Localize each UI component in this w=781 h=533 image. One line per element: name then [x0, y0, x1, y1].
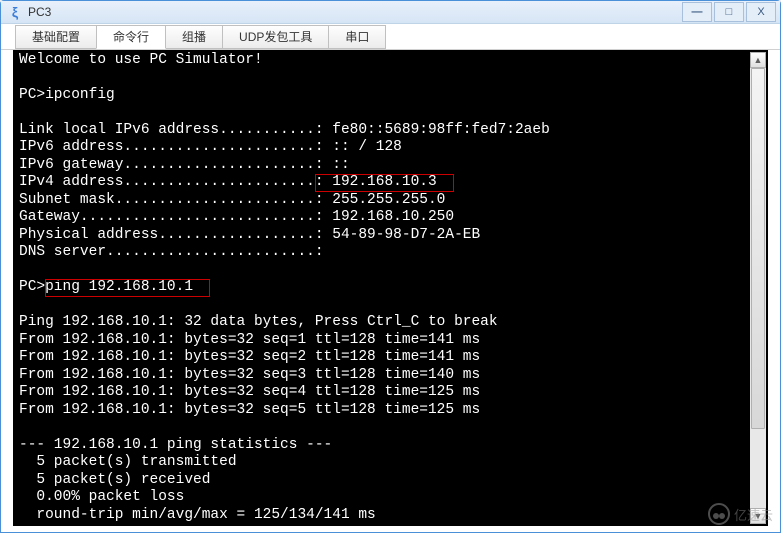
- terminal-line: IPv6 address......................: :: /…: [19, 139, 762, 157]
- terminal-line: [19, 297, 762, 315]
- tabbar: 基础配置 命令行 组播 UDP发包工具 串口: [1, 24, 780, 49]
- app-icon: ξ: [7, 4, 23, 20]
- terminal-line: [19, 419, 762, 437]
- terminal-line: Welcome to use PC Simulator!: [19, 52, 762, 70]
- terminal-line: Gateway...........................: 192.…: [19, 209, 762, 227]
- terminal-line: [19, 69, 762, 87]
- terminal-line: [19, 262, 762, 280]
- terminal-line: 5 packet(s) transmitted: [19, 454, 762, 472]
- terminal-line: Link local IPv6 address...........: fe80…: [19, 122, 762, 140]
- terminal-output[interactable]: Welcome to use PC Simulator! PC>ipconfig…: [13, 50, 768, 527]
- tab-basic-config[interactable]: 基础配置: [15, 25, 97, 49]
- terminal-line: DNS server........................:: [19, 244, 762, 262]
- terminal-line: From 192.168.10.1: bytes=32 seq=2 ttl=12…: [19, 349, 762, 367]
- close-button[interactable]: X: [746, 2, 776, 22]
- terminal-line: From 192.168.10.1: bytes=32 seq=3 ttl=12…: [19, 367, 762, 385]
- terminal-line: Physical address..................: 54-8…: [19, 227, 762, 245]
- window-title: PC3: [28, 5, 680, 19]
- terminal-line: From 192.168.10.1: bytes=32 seq=5 ttl=12…: [19, 402, 762, 420]
- terminal-line: From 192.168.10.1: bytes=32 seq=4 ttl=12…: [19, 384, 762, 402]
- tab-cmdline[interactable]: 命令行: [96, 25, 166, 49]
- maximize-button[interactable]: □: [714, 2, 744, 22]
- titlebar: ξ PC3 — □ X: [1, 1, 780, 24]
- tab-udp-tool[interactable]: UDP发包工具: [222, 25, 329, 49]
- minimize-button[interactable]: —: [682, 2, 712, 22]
- terminal-line: IPv6 gateway......................: ::: [19, 157, 762, 175]
- scroll-track[interactable]: [750, 68, 766, 509]
- terminal-line: IPv4 address......................: 192.…: [19, 174, 762, 192]
- window: ξ PC3 — □ X 基础配置 命令行 组播 UDP发包工具 串口 Welco…: [0, 0, 781, 533]
- terminal-line: 5 packet(s) received: [19, 472, 762, 490]
- terminal-line: PC>ipconfig: [19, 87, 762, 105]
- terminal-line: [19, 104, 762, 122]
- terminal-line: --- 192.168.10.1 ping statistics ---: [19, 437, 762, 455]
- terminal-line: Subnet mask.......................: 255.…: [19, 192, 762, 210]
- scroll-down-button[interactable]: ▼: [750, 508, 766, 524]
- scroll-thumb[interactable]: [751, 68, 765, 429]
- window-controls: — □ X: [680, 2, 776, 22]
- terminal-line: round-trip min/avg/max = 125/134/141 ms: [19, 507, 762, 525]
- terminal-pane: Welcome to use PC Simulator! PC>ipconfig…: [1, 50, 780, 533]
- tab-serial[interactable]: 串口: [328, 25, 386, 49]
- terminal-line: Ping 192.168.10.1: 32 data bytes, Press …: [19, 314, 762, 332]
- scrollbar: ▲ ▼: [750, 52, 766, 525]
- terminal-line: 0.00% packet loss: [19, 489, 762, 507]
- scroll-up-button[interactable]: ▲: [750, 52, 766, 68]
- terminal-line: PC>ping 192.168.10.1: [19, 279, 762, 297]
- terminal-line: From 192.168.10.1: bytes=32 seq=1 ttl=12…: [19, 332, 762, 350]
- tab-multicast[interactable]: 组播: [165, 25, 223, 49]
